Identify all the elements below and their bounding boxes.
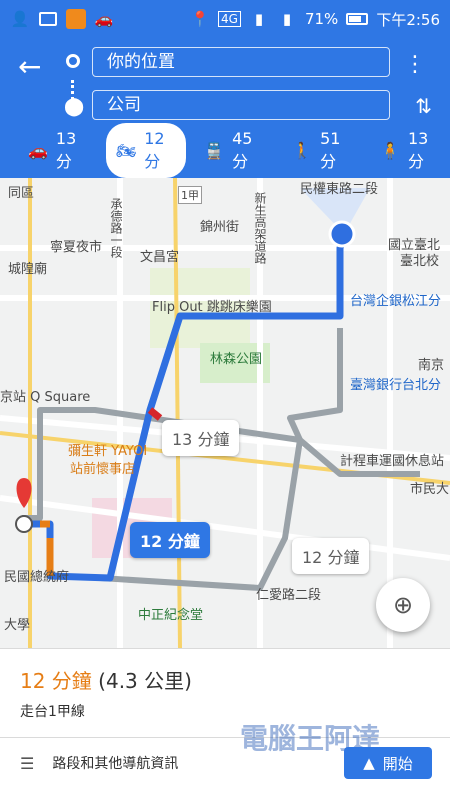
- label-yayoi: 彌生軒 YAYOI: [68, 444, 148, 459]
- directions-header: ← ⬤ 你的位置 公司 ⋮ ⇅ 🚗 13 分 🏍 12 分 🚆 45 分 🚶 5…: [0, 38, 450, 178]
- label-taiwan-bank2: 臺灣銀行台北分: [350, 378, 442, 393]
- label-flipout: Flip Out 跳跳床樂園: [152, 300, 272, 315]
- list-icon: ☰: [20, 753, 35, 773]
- status-bar: 👤 🚗 📍 4G ▮ ▮ 71% 下午2:56: [0, 0, 450, 38]
- mode-motorcycle[interactable]: 🏍 12 分: [105, 122, 187, 178]
- divider: [0, 737, 450, 738]
- alt-route-time-callout[interactable]: 13 分鐘: [162, 420, 240, 456]
- label-minquan: 民權東路二段: [300, 182, 379, 197]
- steps-button[interactable]: ☰ 路段和其他導航資訊: [20, 753, 178, 773]
- origin-field[interactable]: 你的位置: [92, 47, 390, 77]
- alt-route-time-callout-2[interactable]: 12 分鐘: [292, 538, 370, 574]
- mail-icon: [38, 10, 58, 28]
- label-xinsheng: 新生高架道路: [253, 192, 267, 264]
- label-taxi: 計程車運國休息站: [340, 454, 445, 469]
- motorcycle-location-icon: [328, 220, 356, 248]
- origin-dot-icon: [66, 54, 80, 68]
- label-ningxia: 寧夏夜市: [50, 240, 103, 255]
- label-shimin: 市民大: [410, 482, 450, 497]
- active-route-time-callout[interactable]: 12 分鐘: [130, 522, 210, 558]
- car-icon: 🚗: [28, 140, 48, 160]
- label-zhongzheng: 中正紀念堂: [138, 608, 204, 623]
- swap-icon[interactable]: ⇅: [415, 94, 432, 118]
- mode-car-label: 13 分: [55, 128, 77, 171]
- mode-walk-label: 51 分: [320, 128, 341, 171]
- label-taibei: 臺北校: [400, 254, 440, 269]
- status-left: 👤 🚗: [10, 9, 114, 29]
- route-via: 走台1甲線: [20, 704, 85, 720]
- back-arrow-icon[interactable]: ←: [18, 52, 48, 82]
- destination-point-icon: [15, 515, 33, 533]
- app-notification-icon: [66, 9, 86, 29]
- network-type: 4G: [218, 11, 241, 27]
- destination-pin-icon: ⬤: [64, 96, 85, 117]
- my-location-button[interactable]: ⊕: [376, 578, 430, 632]
- mode-transit-label: 45 分: [232, 128, 253, 171]
- route-summary-sheet[interactable]: 12 分鐘 (4.3 公里) 走台1甲線 ☰ 路段和其他導航資訊 電腦王阿達 ▲…: [0, 648, 450, 800]
- person-add-icon: 👤: [10, 10, 30, 28]
- mode-walk[interactable]: 🚶 51 分: [282, 123, 362, 178]
- status-time: 下午2:56: [376, 10, 440, 29]
- route-duration: 12 分鐘: [20, 669, 92, 693]
- label-zongtong: 民國總統府: [4, 570, 70, 585]
- more-options-icon[interactable]: ⋮: [404, 52, 426, 77]
- start-label: 開始: [382, 754, 413, 773]
- signal-2-icon: ▮: [282, 10, 292, 28]
- map-view[interactable]: 同區 寧夏夜市 城隍廟 文昌宮 錦州街 承德路一段 新生高架道路 民權東路二段 …: [0, 178, 450, 648]
- label-linsen: 林森公園: [210, 352, 263, 367]
- label-route1: 1甲: [178, 186, 202, 204]
- label-renai: 仁愛路二段: [256, 588, 322, 603]
- motorcycle-icon: 🏍: [115, 140, 137, 160]
- location-icon: 📍: [190, 10, 210, 28]
- walk-icon: 🚶: [292, 140, 313, 160]
- label-chengde: 承德路一段: [109, 198, 123, 258]
- signal-icon: ▮: [254, 10, 264, 28]
- mode-car[interactable]: 🚗 13 分: [18, 123, 98, 178]
- mode-transit[interactable]: 🚆 45 分: [194, 123, 274, 178]
- label-chenghuang: 城隍廟: [8, 262, 48, 277]
- battery-icon: [346, 13, 369, 25]
- car-notification-icon: 🚗: [94, 10, 114, 28]
- crosshair-icon: ⊕: [392, 591, 414, 619]
- label-qsquare: 京站 Q Square: [0, 390, 91, 405]
- ride-icon: 🧍: [380, 140, 400, 160]
- battery-level: 71%: [304, 10, 339, 28]
- mode-motorcycle-label: 12 分: [144, 128, 165, 171]
- status-right: 📍 4G ▮ ▮ 71% 下午2:56: [190, 9, 440, 30]
- label-nanjing: 南京: [418, 358, 445, 373]
- label-daxue: 大學: [4, 618, 31, 633]
- mode-ride-label: 13 分: [408, 128, 429, 171]
- train-icon: 🚆: [204, 140, 225, 160]
- label-jinzhou: 錦州街: [200, 220, 240, 235]
- navigation-arrow-icon: ▲: [363, 754, 375, 772]
- travel-modes: 🚗 13 分 🏍 12 分 🚆 45 分 🚶 51 分 🧍 13 分: [0, 122, 450, 178]
- duration-line: 12 分鐘 (4.3 公里): [20, 665, 192, 694]
- steps-label: 路段和其他導航資訊: [52, 756, 179, 772]
- label-tongqu: 同區: [8, 186, 35, 201]
- mode-ride[interactable]: 🧍 13 分: [370, 123, 450, 178]
- label-yayoi2: 站前懷事店: [70, 462, 136, 477]
- start-navigation-button[interactable]: ▲ 開始: [344, 747, 432, 779]
- label-wenchang: 文昌宮: [140, 250, 180, 265]
- destination-field[interactable]: 公司: [92, 90, 390, 120]
- route-distance: (4.3 公里): [98, 669, 192, 693]
- label-taiwan-bank: 台灣企銀松江分: [350, 294, 442, 309]
